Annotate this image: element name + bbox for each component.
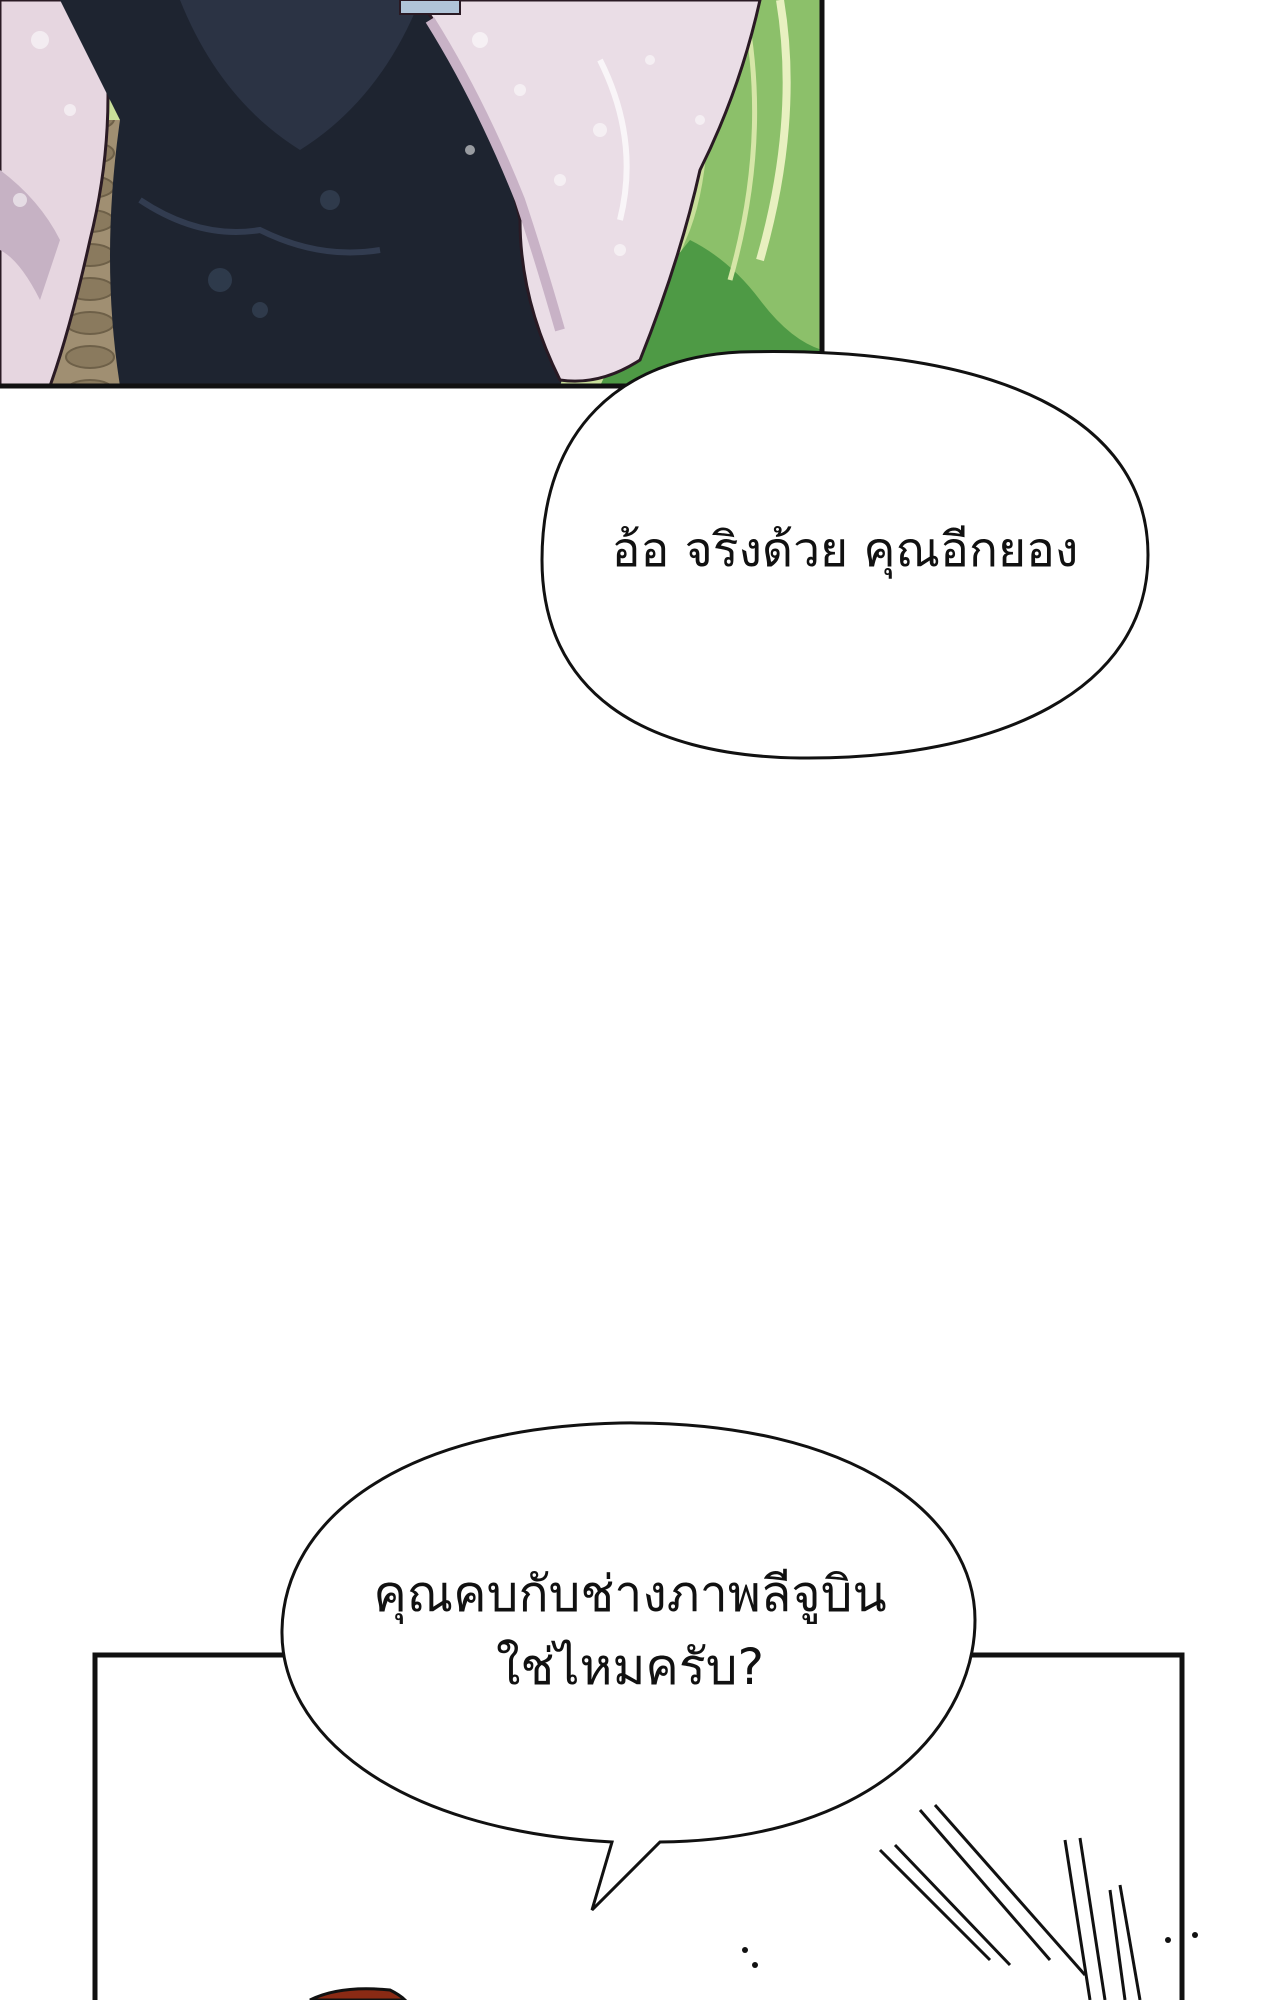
bubble-2-line-1: คุณคบกับช่างภาพลีจูบิน	[373, 1565, 887, 1623]
bubble-2-line-2: ใช่ไหมครับ?	[496, 1637, 764, 1696]
speech-bubble-2-text: คุณคบกับช่างภาพลีจูบิน ใช่ไหมครับ?	[300, 1558, 960, 1703]
